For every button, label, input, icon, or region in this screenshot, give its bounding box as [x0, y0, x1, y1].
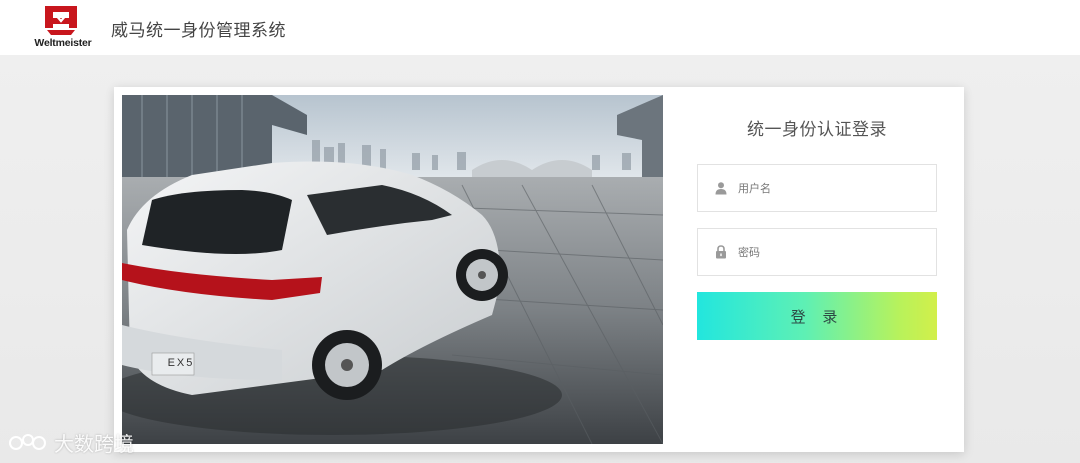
password-field[interactable] [697, 228, 937, 276]
login-button[interactable]: 登 录 [697, 292, 937, 340]
lock-icon [716, 245, 726, 259]
top-header: Weltmeister 威马统一身份管理系统 [0, 0, 1080, 55]
username-field[interactable] [697, 164, 937, 212]
hero-car-image: EX5 [122, 95, 663, 444]
watermark-text: 大数跨境 [54, 432, 134, 456]
watermark: 大数跨境 [8, 428, 134, 457]
login-title: 统一身份认证登录 [747, 120, 887, 140]
password-input[interactable] [738, 241, 928, 263]
car-photo-illustration [122, 95, 663, 444]
watermark-logo-icon [9, 433, 46, 450]
brand-name: Weltmeister [34, 37, 92, 49]
brand-logo[interactable]: Weltmeister [28, 4, 98, 52]
login-card: EX5 统一身份认证登录 登 录 [114, 87, 964, 452]
license-plate-text: EX5 [167, 357, 195, 369]
username-input[interactable] [738, 177, 928, 199]
user-icon [715, 182, 727, 195]
login-panel: 统一身份认证登录 登 录 [697, 87, 937, 452]
system-title: 威马统一身份管理系统 [111, 21, 286, 41]
weltmeister-logo-icon [45, 6, 77, 35]
